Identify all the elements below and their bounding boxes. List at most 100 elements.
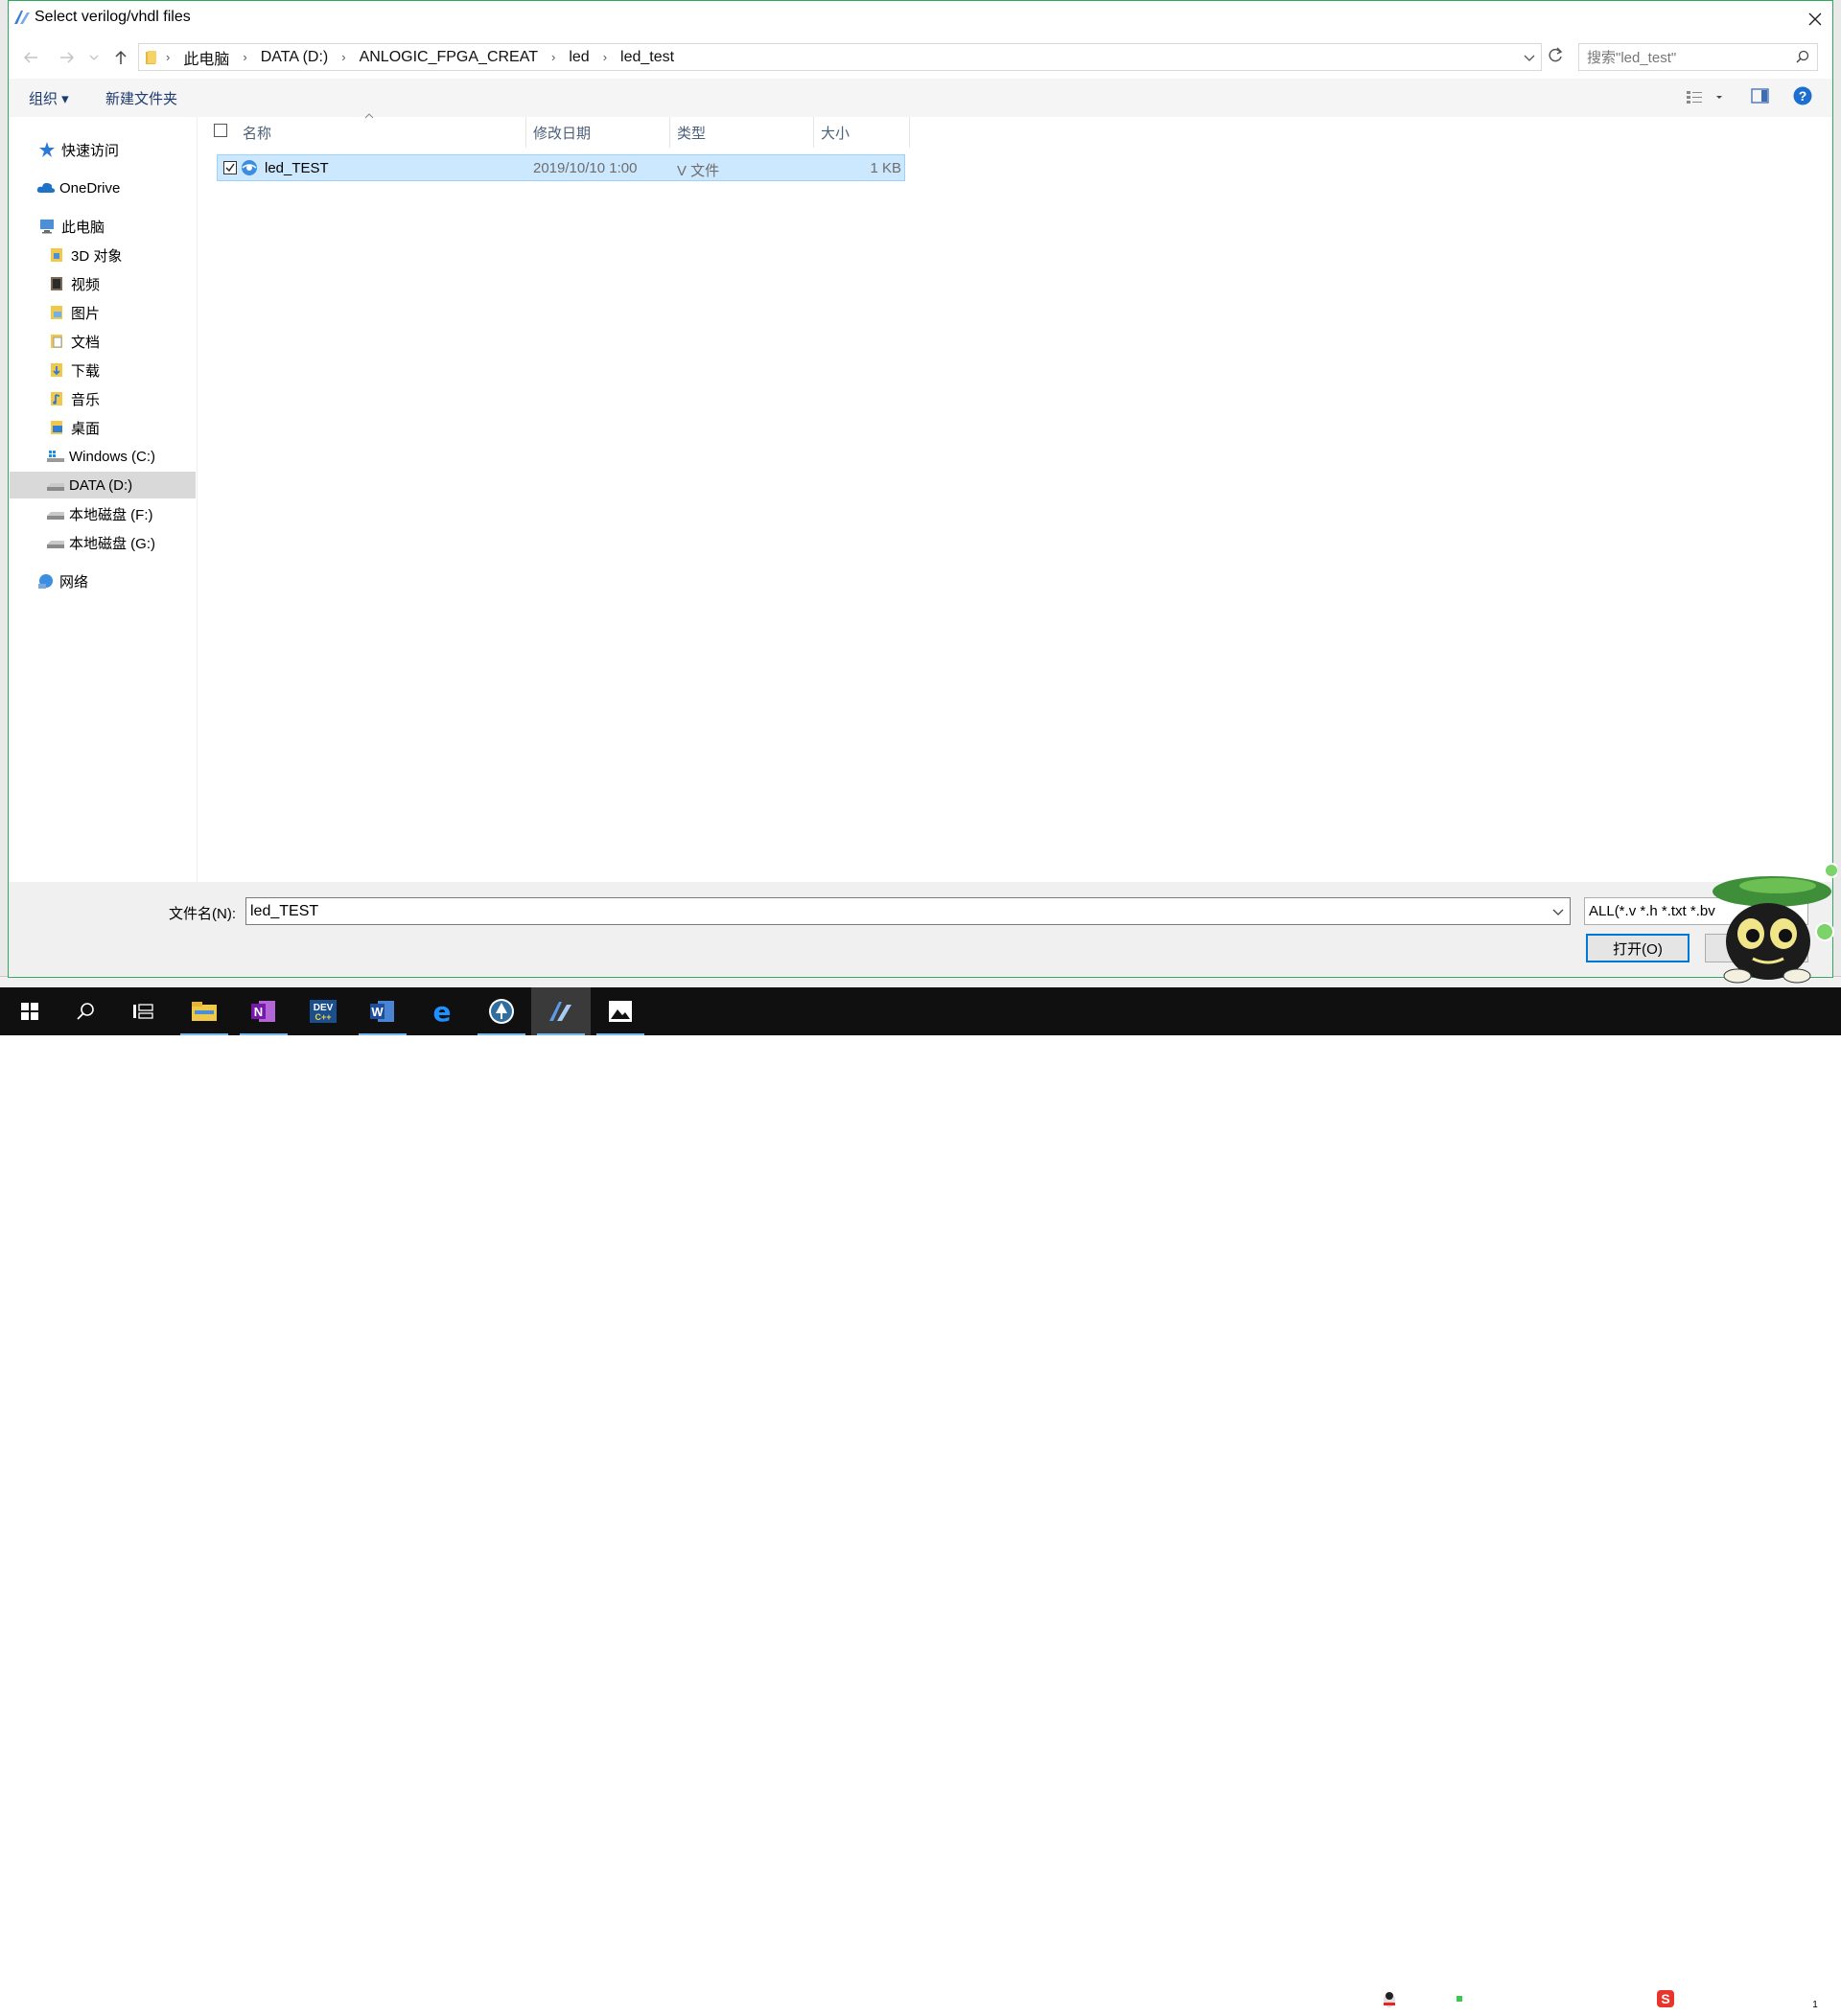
column-divider[interactable]	[525, 117, 526, 148]
drive-icon	[46, 534, 64, 551]
column-divider[interactable]	[813, 117, 814, 148]
word-icon: W	[370, 1001, 394, 1022]
speaker-muted-icon	[1417, 1990, 1434, 2007]
search-icon[interactable]	[1796, 50, 1809, 63]
dialog-footer	[9, 882, 1832, 976]
column-header-type[interactable]: 类型	[677, 123, 706, 143]
nav-item-local-disk-f[interactable]: 本地磁盘 (F:)	[46, 500, 153, 527]
sogou-ime-button[interactable]: S	[1651, 1984, 1680, 2013]
taskbar-word[interactable]: W	[353, 987, 412, 1035]
input-language-button[interactable]: 英	[1617, 1984, 1645, 2013]
row-checkbox[interactable]	[223, 161, 237, 174]
file-size: 1 KB	[870, 160, 901, 176]
nav-item-onedrive[interactable]: OneDrive	[36, 174, 120, 201]
column-header-size[interactable]: 大小	[821, 123, 850, 143]
taskbar-photos[interactable]	[591, 987, 650, 1035]
clock-date[interactable]: 2019/10/10	[1690, 2001, 1778, 2016]
arrow-left-icon	[23, 52, 37, 63]
nav-item-local-disk-g[interactable]: 本地磁盘 (G:)	[46, 529, 155, 556]
start-button[interactable]	[0, 987, 59, 1035]
touch-keyboard-button[interactable]	[1576, 1984, 1605, 2013]
forward-button[interactable]	[56, 46, 79, 69]
svg-text:W: W	[371, 1005, 384, 1019]
pen-workspace-button[interactable]	[1530, 1984, 1559, 2013]
pictures-icon	[48, 304, 65, 321]
breadcrumb-led-test[interactable]: led_test	[620, 49, 674, 66]
taskbar-onenote[interactable]: N	[234, 987, 293, 1035]
nav-item-this-pc[interactable]: 此电脑	[38, 213, 105, 240]
file-explorer-icon	[192, 1002, 217, 1021]
nav-item-quick-access[interactable]: 快速访问	[38, 136, 119, 163]
nav-item-downloads[interactable]: 下载	[48, 357, 100, 383]
breadcrumb-this-pc[interactable]: 此电脑	[183, 46, 229, 69]
view-options-button[interactable]	[1686, 88, 1724, 105]
recent-locations-button[interactable]	[86, 46, 102, 69]
address-bar[interactable]: › 此电脑 › DATA (D:) › ANLOGIC_FPGA_CREAT ›…	[138, 43, 1542, 71]
filename-label: 文件名(N):	[169, 906, 236, 922]
task-view-button[interactable]	[113, 987, 173, 1035]
new-folder-button[interactable]: 新建文件夹	[105, 88, 177, 108]
nav-item-videos[interactable]: 视频	[48, 270, 100, 297]
filename-input[interactable]: led_TEST	[245, 897, 1571, 925]
select-all-checkbox[interactable]	[214, 124, 227, 137]
nav-item-music[interactable]: 音乐	[48, 385, 100, 412]
filename-dropdown-button[interactable]	[1552, 902, 1564, 921]
nav-item-pictures[interactable]: 图片	[48, 299, 100, 326]
refresh-button[interactable]	[1546, 46, 1569, 69]
nav-item-network[interactable]: 网络	[36, 568, 88, 594]
breadcrumb-separator: ›	[243, 50, 247, 64]
column-divider[interactable]	[669, 117, 670, 148]
volume-muted-button[interactable]	[1411, 1984, 1440, 2013]
sort-ascending-icon	[364, 113, 374, 119]
nav-item-data-d[interactable]: DATA (D:)	[46, 472, 132, 498]
checkmark-icon	[225, 163, 235, 173]
breadcrumb-anlogic-fpga-creat[interactable]: ANLOGIC_FPGA_CREAT	[360, 49, 538, 66]
column-header-name[interactable]: 名称	[243, 123, 271, 143]
close-button[interactable]	[1797, 4, 1833, 35]
show-hidden-icons-button[interactable]	[1337, 1984, 1365, 2013]
nav-item-3d-objects[interactable]: 3D 对象	[48, 242, 122, 268]
nav-item-documents[interactable]: 文档	[48, 328, 100, 355]
star-icon	[38, 141, 56, 158]
clock-time[interactable]: 1:01:33	[1705, 1980, 1762, 1995]
filename-value: led_TEST	[250, 902, 319, 919]
chevron-up-icon	[1344, 1995, 1358, 2003]
chevron-down-icon	[89, 55, 99, 60]
address-dropdown-button[interactable]	[1524, 48, 1535, 67]
organize-button[interactable]: 组织 ▾	[29, 88, 69, 108]
wifi-button[interactable]	[1488, 1984, 1517, 2013]
desktop-pet-mascot[interactable]	[1709, 863, 1837, 987]
help-button[interactable]: ?	[1793, 86, 1812, 105]
task-view-icon	[133, 1004, 153, 1019]
background-app-edge	[0, 0, 8, 987]
back-button[interactable]	[19, 46, 42, 69]
taskbar-file-explorer[interactable]	[175, 987, 234, 1035]
up-button[interactable]	[109, 46, 132, 69]
breadcrumb-led[interactable]: led	[569, 49, 589, 66]
preview-pane-button[interactable]	[1751, 87, 1770, 104]
battery-button[interactable]	[1450, 1984, 1479, 2013]
nav-item-desktop[interactable]: 桌面	[48, 414, 100, 441]
search-box[interactable]: 搜索"led_test"	[1578, 43, 1818, 71]
action-center-button[interactable]: 1	[1789, 1984, 1824, 2013]
taskbar-anlogic-td[interactable]	[531, 987, 591, 1035]
taskbar-devcpp[interactable]: DEV C++	[293, 987, 353, 1035]
app-logo-icon	[13, 10, 31, 25]
windows-logo-icon	[21, 1003, 38, 1020]
taskbar-app-tree[interactable]	[472, 987, 531, 1035]
anlogic-td-icon	[549, 1002, 571, 1021]
tray-app-icon[interactable]	[1375, 1984, 1404, 2013]
nav-item-windows-c[interactable]: Windows (C:)	[46, 443, 155, 470]
column-header-date[interactable]: 修改日期	[533, 123, 591, 143]
breadcrumb-data-drive[interactable]: DATA (D:)	[261, 49, 329, 66]
svg-text:e: e	[433, 998, 452, 1025]
column-divider[interactable]	[909, 117, 910, 148]
computer-icon	[38, 218, 56, 235]
taskbar-edge[interactable]: e	[412, 987, 472, 1035]
file-type-icon	[240, 158, 259, 177]
file-type: V 文件	[677, 163, 720, 179]
open-button[interactable]: 打开(O)	[1586, 934, 1690, 962]
chevron-down-icon	[1552, 909, 1564, 915]
search-taskbar-button[interactable]	[56, 987, 115, 1035]
help-icon: ?	[1793, 86, 1812, 105]
